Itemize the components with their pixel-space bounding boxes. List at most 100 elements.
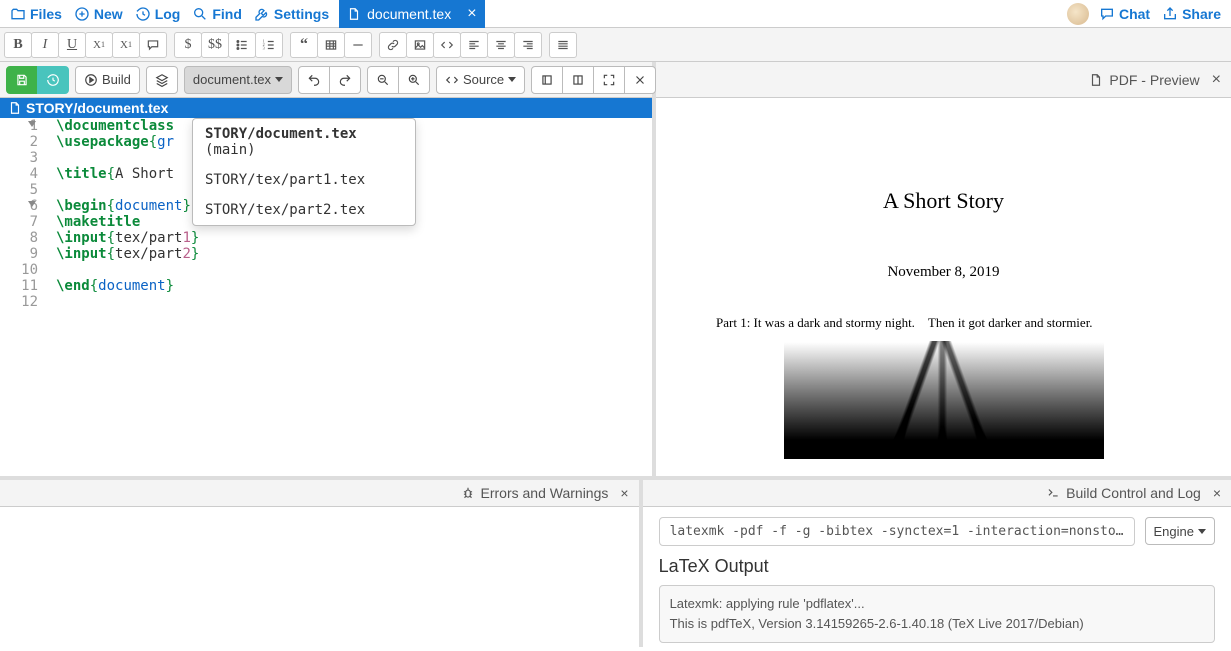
engine-dropdown[interactable]: Engine [1145,517,1215,545]
build-label: Build [102,72,131,87]
build-log-title: Build Control and Log [1066,485,1201,501]
close-editor-button[interactable] [624,66,656,94]
code-button[interactable] [433,32,461,58]
math-inline-button[interactable]: $ [174,32,202,58]
redo-icon [338,73,352,87]
errors-body[interactable] [0,507,639,647]
zoom-out-button[interactable] [367,66,399,94]
fullscreen-button[interactable] [593,66,625,94]
align-justify-button[interactable] [549,32,577,58]
line-number: 10 [0,262,38,278]
undo-icon [307,73,321,87]
hr-button[interactable] [344,32,372,58]
undo-button[interactable] [298,66,330,94]
split-double-button[interactable] [562,66,594,94]
code-line[interactable]: \input{tex/part2} [56,246,652,262]
files-link[interactable]: Files [4,4,68,24]
file-path-strip: STORY/document.tex [0,98,652,118]
find-link[interactable]: Find [186,4,248,24]
code-line[interactable]: \end{document} [56,278,652,294]
share-link[interactable]: Share [1156,4,1227,24]
tab-close-icon[interactable]: × [467,5,476,23]
build-command[interactable]: latexmk -pdf -f -g -bibtex -synctex=1 -i… [659,517,1135,546]
align-center-button[interactable] [487,32,515,58]
zoom-in-button[interactable] [398,66,430,94]
log-link[interactable]: Log [129,4,187,24]
code-line[interactable] [56,294,652,310]
caret-down-icon [508,77,516,82]
play-circle-icon [84,73,98,87]
new-link[interactable]: New [68,4,129,24]
line-number: 6 [0,198,38,214]
file-dropdown-button[interactable]: document.tex [184,66,292,94]
find-label: Find [212,6,242,22]
code-editor[interactable]: 123456789101112 \documentclass\usepackag… [0,118,652,476]
bullet-list-button[interactable] [228,32,256,58]
code-line[interactable]: \input{tex/part1} [56,230,652,246]
align-right-button[interactable] [514,32,542,58]
comment-button[interactable] [139,32,167,58]
output-line: Latexmk: applying rule 'pdflatex'... [670,594,1204,614]
file-dropdown-label: document.tex [193,72,271,87]
line-number: 4 [0,166,38,182]
file-icon [8,101,22,115]
errors-close-button[interactable]: × [620,485,628,501]
history-icon [46,73,60,87]
source-button[interactable]: Source [436,66,525,94]
editor-pane: Build document.tex Source [0,62,656,476]
columns-icon [571,73,585,87]
terminal-icon [1046,486,1060,500]
table-button[interactable] [317,32,345,58]
close-icon [633,73,647,87]
quote-button[interactable]: “ [290,32,318,58]
save-button[interactable] [6,66,38,94]
italic-button[interactable]: I [31,32,59,58]
chat-link[interactable]: Chat [1093,4,1156,24]
dropdown-item[interactable]: STORY/tex/part2.tex [193,195,415,225]
fold-icon[interactable] [28,201,36,207]
dropdown-item[interactable]: STORY/tex/part1.tex [193,165,415,195]
output-box[interactable]: Latexmk: applying rule 'pdflatex'...This… [659,585,1215,643]
build-log-header: Build Control and Log × [643,480,1231,507]
link-button[interactable] [379,32,407,58]
align-left-button[interactable] [460,32,488,58]
line-number: 9 [0,246,38,262]
time-travel-button[interactable] [37,66,69,94]
pdf-header-label: PDF - Preview [1109,72,1199,88]
source-label: Source [463,72,504,87]
redo-button[interactable] [329,66,361,94]
subscript-button[interactable]: X1 [85,32,113,58]
pdf-body[interactable]: A Short Story November 8, 2019 Part 1: I… [656,98,1231,476]
pdf-date: November 8, 2019 [696,264,1191,281]
fold-icon[interactable] [28,121,36,127]
output-title: LaTeX Output [659,556,1215,577]
avatar[interactable] [1067,3,1089,25]
history-icon [135,6,151,22]
file-tab[interactable]: document.tex × [339,0,484,28]
code-line[interactable] [56,262,652,278]
underline-button[interactable]: U [58,32,86,58]
line-number: 12 [0,294,38,310]
file-icon [347,7,361,21]
math-display-button[interactable]: $$ [201,32,229,58]
numbered-list-button[interactable]: 123 [255,32,283,58]
image-button[interactable] [406,32,434,58]
build-button[interactable]: Build [75,66,140,94]
superscript-button[interactable]: X1 [112,32,140,58]
build-toolbar: Build document.tex Source [0,62,652,98]
split-single-button[interactable] [531,66,563,94]
layers-icon [155,73,169,87]
settings-link[interactable]: Settings [248,4,335,24]
pdf-close-button[interactable]: × [1212,71,1221,89]
build-log-close-button[interactable]: × [1213,485,1221,501]
build-log-body: latexmk -pdf -f -g -bibtex -synctex=1 -i… [643,507,1231,647]
caret-down-icon [1198,529,1206,534]
zoom-in-icon [407,73,421,87]
log-label: Log [155,6,181,22]
layers-button[interactable] [146,66,178,94]
pdf-image [784,341,1104,459]
top-bar: Files New Log Find Settings document.tex… [0,0,1231,28]
dropdown-item[interactable]: STORY/document.tex (main) [193,119,415,165]
file-icon [1089,73,1103,87]
bold-button[interactable]: B [4,32,32,58]
